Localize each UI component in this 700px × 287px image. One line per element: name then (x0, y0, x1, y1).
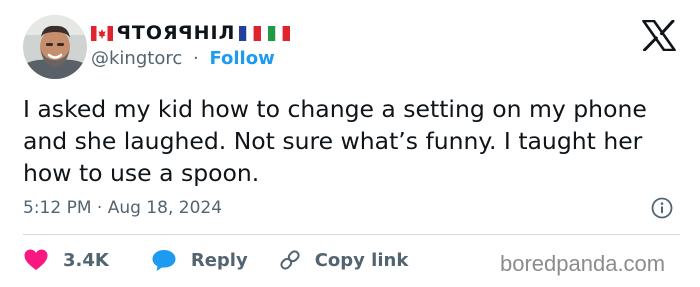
reply-label: Reply (190, 249, 248, 271)
like-button[interactable]: 3.4K (23, 248, 109, 272)
display-name[interactable]: ꟼTOЯꟼHIЛ (91, 21, 293, 45)
reply-button[interactable]: Reply (151, 248, 248, 272)
action-bar: 3.4K Reply Copy link (23, 246, 408, 274)
handle-row: @kingtorc · Follow (91, 47, 275, 71)
copy-link-label: Copy link (314, 249, 409, 271)
follow-button[interactable]: Follow (209, 48, 274, 69)
france-flag-icon (239, 25, 262, 41)
x-logo-icon[interactable] (642, 19, 676, 52)
user-handle[interactable]: @kingtorc (91, 48, 182, 69)
divider (23, 234, 680, 235)
tweet-timestamp[interactable]: 5:12 PM · Aug 18, 2024 (23, 196, 222, 220)
link-icon (280, 250, 300, 270)
display-name-text: ꟼTOЯꟼHIЛ (117, 22, 236, 44)
avatar[interactable] (23, 15, 87, 79)
canada-flag-icon (91, 25, 113, 41)
copy-link-button[interactable]: Copy link (278, 248, 409, 272)
reply-bubble-icon (152, 250, 176, 271)
tweet-card: ꟼTOЯꟼHIЛ @kingtorc · Follow I asked my k… (0, 0, 700, 287)
handle-separator: · (192, 48, 199, 69)
tweet-text: I asked my kid how to change a setting o… (23, 95, 647, 187)
like-count: 3.4K (63, 249, 109, 271)
watermark: boredpanda.com (500, 251, 666, 276)
italy-flag-icon (268, 25, 291, 41)
heart-icon (24, 249, 48, 270)
info-icon[interactable] (651, 197, 673, 219)
